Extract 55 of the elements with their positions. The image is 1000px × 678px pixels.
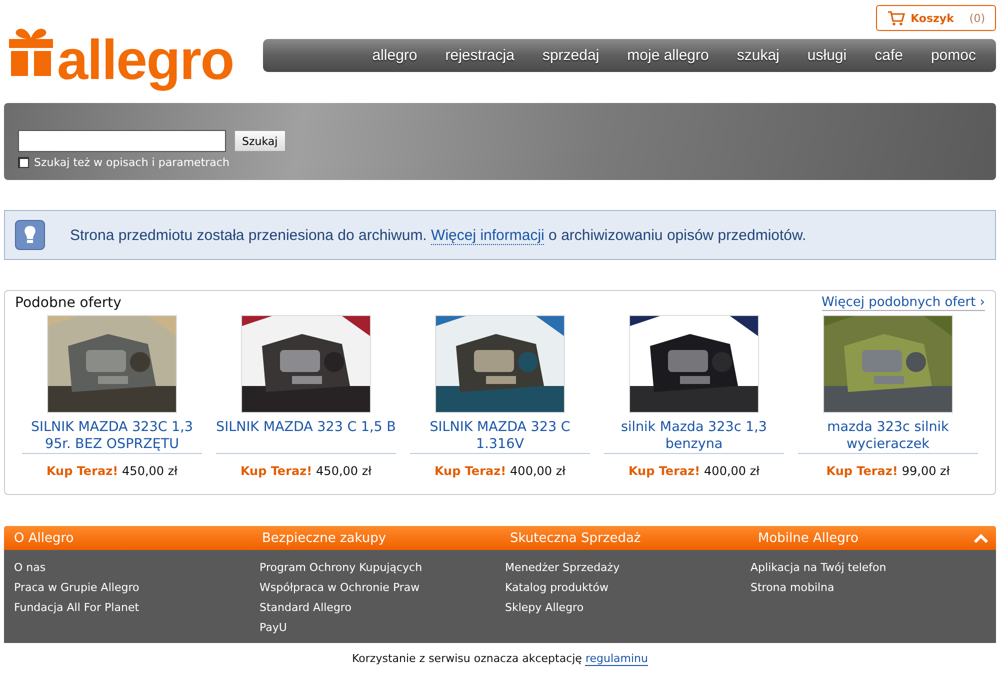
checkbox-label: Szukaj też w opisach i parametrach xyxy=(34,156,230,169)
buy-now-label: Kup Teraz! xyxy=(240,464,312,478)
checkbox[interactable] xyxy=(18,157,29,168)
price: 450,00 zł xyxy=(122,464,178,478)
buy-now-label: Kup Teraz! xyxy=(434,464,506,478)
cart-icon xyxy=(886,10,905,26)
nav-link[interactable]: usługi xyxy=(793,47,861,64)
notice-text: Strona przedmiotu została przeniesiona do archiwum. Więcej informacji o archiwizowaniu opisów przedmiotów. xyxy=(70,226,806,244)
offer-title-link[interactable]: mazda 323c silnik wycieraczek xyxy=(798,419,978,454)
search-field[interactable] xyxy=(18,130,226,152)
footer-link[interactable]: Współpraca w Ochronie Praw xyxy=(260,578,505,598)
terms-text: Korzystanie z serwisu oznacza akceptację regulaminu xyxy=(351,652,649,665)
footer-link[interactable]: Fundacja All For Planet xyxy=(14,598,260,618)
footer-link[interactable]: Program Ochrony Kupujących xyxy=(260,558,505,578)
footer-link[interactable]: Strona mobilna xyxy=(750,578,996,598)
logo-text: allegro xyxy=(57,27,234,93)
buy-now-label: Kup Teraz! xyxy=(826,464,898,478)
section-title: Podobne oferty xyxy=(15,295,122,311)
nav-link[interactable]: allegro xyxy=(358,47,432,64)
gift-icon xyxy=(9,26,53,76)
chevron-up-icon[interactable] xyxy=(974,534,988,543)
price: 450,00 zł xyxy=(316,464,372,478)
price: 99,00 zł xyxy=(902,464,950,478)
nav-link[interactable]: pomoc xyxy=(916,47,990,64)
footer-link[interactable]: Katalog produktów xyxy=(505,578,750,598)
offer-title-link[interactable]: SILNIK MAZDA 323 C 1,5 B xyxy=(216,419,396,454)
offer-title-link[interactable]: SILNIK MAZDA 323C 1,3 95r. BEZ OSPRZĘTU xyxy=(22,419,202,454)
price: 400,00 zł xyxy=(510,464,566,478)
info-link[interactable]: Więcej informacji xyxy=(431,226,544,244)
footer-link[interactable]: Menedżer Sprzedaży xyxy=(505,558,750,578)
footer-heading: Skuteczna Sprzedaż xyxy=(510,530,642,546)
offer-title-link[interactable]: SILNIK MAZDA 323 C 1.316V xyxy=(410,419,590,454)
nav-link[interactable]: sprzedaj xyxy=(528,47,614,64)
footer-heading: O Allegro xyxy=(14,530,75,546)
nav-link[interactable]: rejestracja xyxy=(431,47,528,64)
more-offers-link[interactable]: Więcej podobnych ofert › xyxy=(822,295,985,311)
footer-link[interactable]: O nas xyxy=(14,558,260,578)
footer-link[interactable]: Standard Allegro xyxy=(260,598,505,618)
nav-link[interactable]: cafe xyxy=(860,47,917,64)
nav-link[interactable]: moje allegro xyxy=(613,47,723,64)
price: 400,00 zł xyxy=(704,464,760,478)
footer-heading: Bezpieczne zakupy xyxy=(262,530,388,546)
buy-now-label: Kup Teraz! xyxy=(628,464,700,478)
nav-link[interactable]: szukaj xyxy=(722,47,794,64)
terms-link[interactable]: regulaminu xyxy=(585,652,648,666)
cart-button[interactable]: Koszyk (0) xyxy=(876,5,996,31)
lightbulb-icon xyxy=(15,220,45,250)
footer-link[interactable]: Sklepy Allegro xyxy=(505,598,750,618)
footer-link[interactable]: Praca w Grupie Allegro xyxy=(14,578,260,598)
footer-heading: Mobilne Allegro xyxy=(758,530,858,546)
footer-link[interactable]: PayU xyxy=(260,618,505,638)
search-button[interactable]: Szukaj xyxy=(234,130,286,152)
offer-title-link[interactable]: silnik Mazda 323c 1,3 benzyna xyxy=(604,419,784,454)
footer-link[interactable]: Aplikacja na Twój telefon xyxy=(750,558,996,578)
buy-now-label: Kup Teraz! xyxy=(46,464,118,478)
